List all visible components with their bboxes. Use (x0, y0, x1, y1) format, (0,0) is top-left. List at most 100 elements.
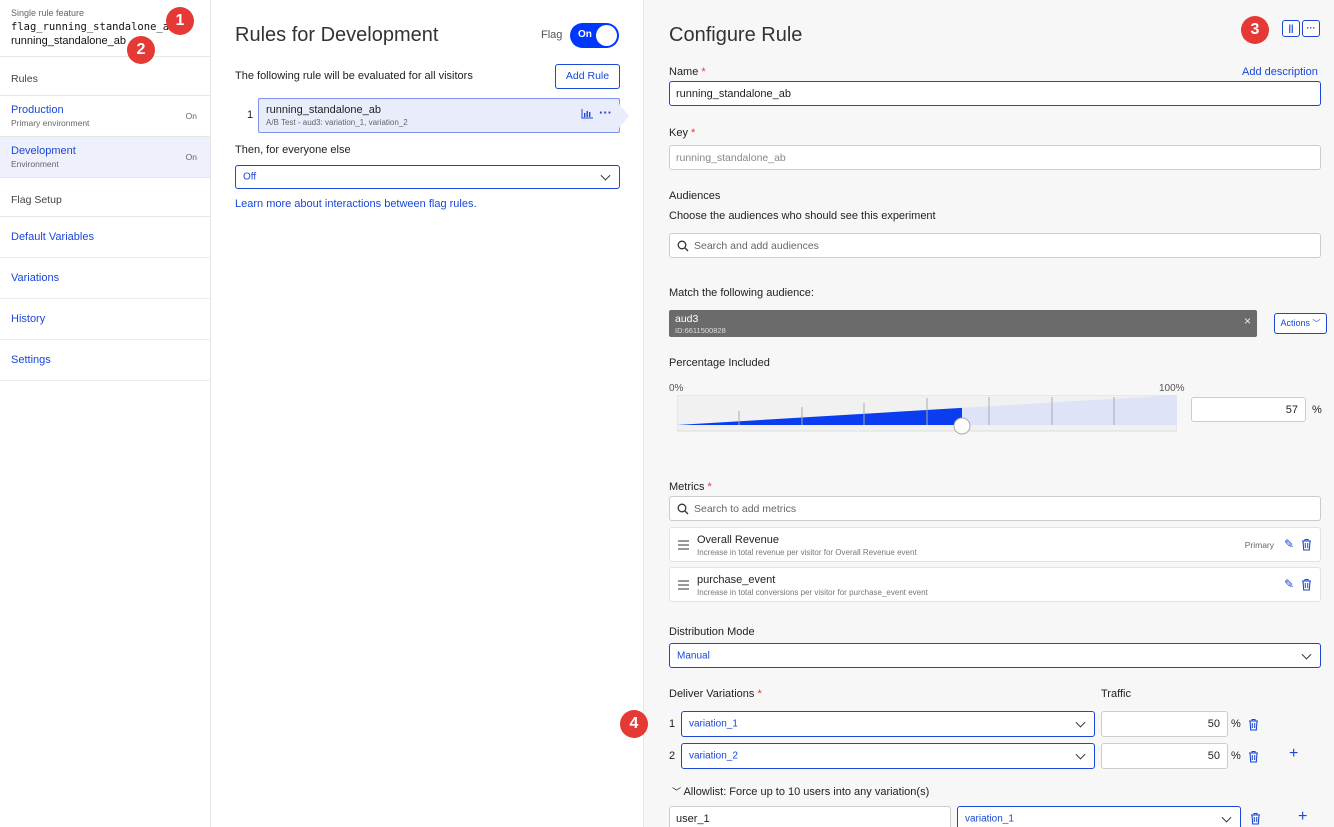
metrics-search-input[interactable]: Search to add metrics (669, 496, 1321, 521)
sidebar-item-production[interactable]: Production Primary environment On (0, 96, 210, 137)
flag-label: Flag (541, 29, 563, 41)
chevron-down-icon (1075, 749, 1086, 760)
allowlist-variation-select[interactable]: variation_1 (957, 806, 1241, 827)
required-asterisk: * (691, 127, 696, 139)
sidebar-item-development[interactable]: Development Environment On (0, 137, 210, 178)
learn-more-link[interactable]: Learn more about interactions between fl… (235, 198, 477, 210)
allowlist-label: Allowlist: Force up to 10 users into any… (683, 786, 930, 798)
chevron-down-icon: ﹀ (1312, 319, 1321, 328)
trash-icon[interactable] (1301, 578, 1312, 591)
actions-button[interactable]: Actions ﹀ (1274, 313, 1327, 334)
traffic-value: 50 (1207, 750, 1220, 762)
configure-title: Configure Rule (669, 24, 803, 46)
drag-handle-icon[interactable] (678, 580, 689, 592)
traffic-input[interactable]: 50 (1101, 711, 1228, 737)
env-name: Production (11, 104, 64, 116)
add-description-link[interactable]: Add description (1242, 66, 1318, 78)
fallback-select[interactable]: Off (235, 165, 620, 189)
allowlist-variation-value: variation_1 (965, 813, 1014, 824)
percentage-input[interactable]: 57 (1191, 397, 1306, 422)
trash-icon[interactable] (1248, 718, 1259, 731)
metric-desc: Increase in total conversions per visito… (697, 588, 928, 597)
audience-id: ID:6611500828 (675, 326, 726, 335)
allowlist-user-input[interactable]: user_1 (669, 806, 951, 827)
more-options-icon[interactable]: ··· (1302, 20, 1320, 37)
sidebar-item-variations[interactable]: Variations (0, 258, 210, 299)
add-variation-icon[interactable]: + (1289, 745, 1298, 763)
metrics-label-text: Metrics (669, 481, 705, 493)
env-sub: Environment (11, 159, 59, 169)
sidebar: Single rule feature flag_running_standal… (0, 0, 211, 827)
search-icon (677, 503, 689, 514)
audience-chip[interactable]: aud3 ID:6611500828 × (669, 310, 1257, 337)
pause-icon[interactable]: || (1282, 20, 1300, 37)
rule-name: running_standalone_ab (11, 35, 126, 47)
edit-icon[interactable]: ✎ (1284, 577, 1294, 591)
percentage-slider[interactable] (676, 394, 1178, 435)
percent-sign: % (1231, 750, 1241, 762)
trash-icon[interactable] (1301, 538, 1312, 551)
percentage-label: Percentage Included (669, 357, 770, 369)
chevron-down-icon (1301, 649, 1312, 660)
sidebar-item-history[interactable]: History (0, 299, 210, 340)
percent-sign: % (1312, 404, 1322, 416)
variation-index: 1 (669, 718, 676, 730)
deliver-label-text: Deliver Variations (669, 688, 755, 700)
slider-graphic (676, 394, 1178, 435)
env-name: Development (11, 145, 76, 157)
allowlist-toggle[interactable]: ﹀ Allowlist: Force up to 10 users into a… (672, 785, 929, 798)
env-status: On (185, 111, 197, 121)
audiences-label: Audiences (669, 190, 721, 202)
fallback-value: Off (243, 171, 257, 183)
rule-index: 1 (247, 109, 254, 121)
required-asterisk: * (757, 688, 762, 700)
close-icon[interactable]: × (1244, 314, 1251, 328)
variation-index: 2 (669, 750, 676, 762)
add-allowlist-icon[interactable]: + (1298, 808, 1307, 826)
variation-select[interactable]: variation_1 (681, 711, 1095, 737)
metric-desc: Increase in total revenue per visitor fo… (697, 548, 917, 557)
annotation-badge-2: 2 (127, 36, 155, 64)
rule-card-detail: A/B Test - aud3: variation_1, variation_… (266, 118, 408, 127)
metric-item[interactable]: Overall Revenue Increase in total revenu… (669, 527, 1321, 562)
variation-select[interactable]: variation_2 (681, 743, 1095, 769)
add-rule-button[interactable]: Add Rule (555, 64, 620, 89)
flag-toggle[interactable]: On (570, 23, 619, 48)
then-label: Then, for everyone else (235, 144, 351, 156)
configure-rule-panel: Configure Rule || ··· Name * Add descrip… (643, 0, 1334, 827)
search-icon (677, 240, 689, 251)
key-placeholder: running_standalone_ab (676, 151, 786, 164)
variation-value: variation_2 (689, 750, 738, 762)
trash-icon[interactable] (1248, 750, 1259, 763)
trash-icon[interactable] (1250, 812, 1261, 825)
sidebar-item-default-variables[interactable]: Default Variables (0, 217, 210, 258)
sidebar-item-settings[interactable]: Settings (0, 340, 210, 381)
key-input[interactable]: running_standalone_ab (669, 145, 1321, 170)
more-options-icon[interactable]: ··· (599, 105, 612, 120)
percent-sign: % (1231, 718, 1241, 730)
allowlist-user-value: user_1 (676, 812, 710, 825)
results-chart-icon[interactable] (581, 109, 593, 122)
traffic-input[interactable]: 50 (1101, 743, 1228, 769)
rule-card-name: running_standalone_ab (266, 104, 381, 116)
drag-handle-icon[interactable] (678, 540, 689, 552)
edit-icon[interactable]: ✎ (1284, 537, 1294, 551)
percentage-value: 57 (1285, 403, 1298, 416)
name-input[interactable]: running_standalone_ab (669, 81, 1321, 106)
distribution-value: Manual (677, 650, 710, 661)
distribution-label: Distribution Mode (669, 626, 755, 638)
metric-item[interactable]: purchase_event Increase in total convers… (669, 567, 1321, 602)
rule-card[interactable]: running_standalone_ab A/B Test - aud3: v… (258, 98, 620, 133)
audience-search-input[interactable]: Search and add audiences (669, 233, 1321, 258)
required-asterisk: * (707, 481, 712, 493)
name-value: running_standalone_ab (676, 87, 791, 100)
actions-label: Actions (1280, 318, 1310, 328)
name-label: Name * (669, 66, 706, 78)
chevron-down-icon (1221, 812, 1232, 823)
app-root: Single rule feature flag_running_standal… (0, 0, 1334, 827)
pct-min: 0% (669, 383, 684, 394)
deliver-label: Deliver Variations * (669, 688, 762, 700)
toggle-label: On (578, 29, 592, 40)
distribution-select[interactable]: Manual (669, 643, 1321, 668)
audience-name: aud3 (675, 313, 699, 325)
